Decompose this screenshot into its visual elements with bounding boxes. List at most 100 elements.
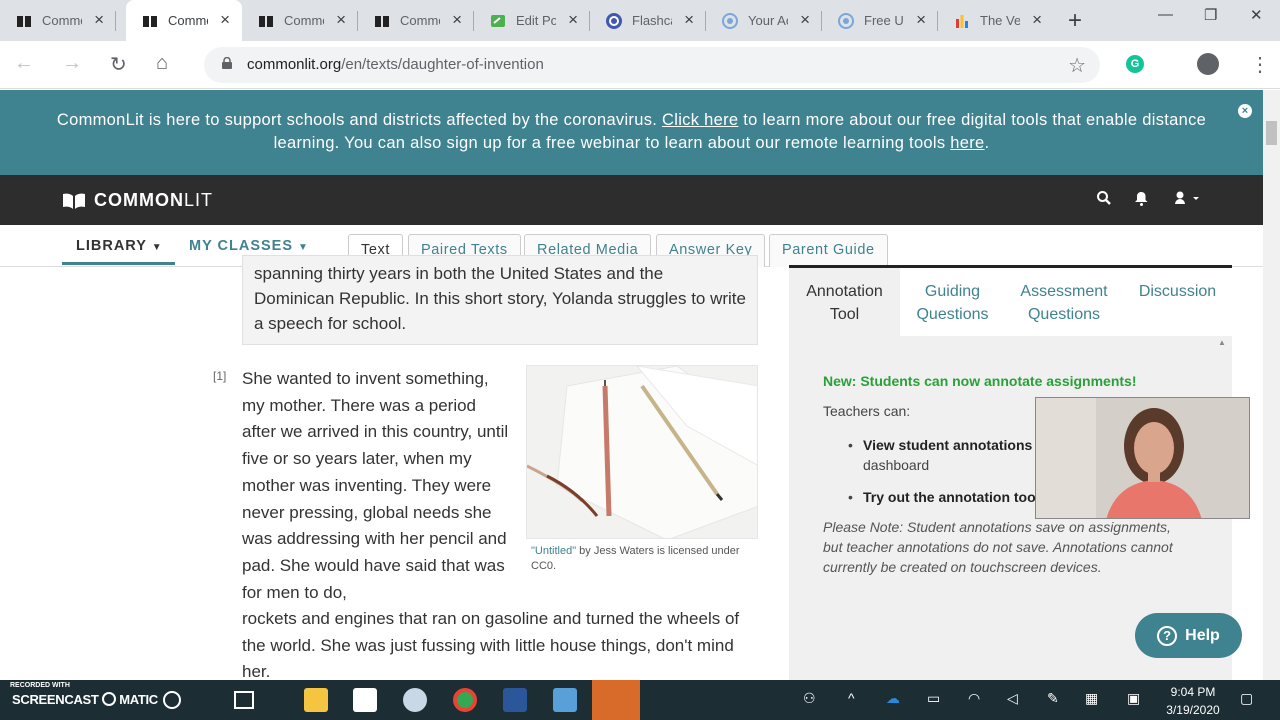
close-icon[interactable]: × <box>452 11 462 28</box>
browser-tab[interactable]: Free Users × <box>822 0 938 41</box>
browser-tab[interactable]: Your Account × <box>706 0 822 41</box>
task-view-icon[interactable] <box>234 691 254 709</box>
browser-tab[interactable]: CommonLit × <box>358 0 474 41</box>
paragraph-number: [1] <box>213 369 227 383</box>
chrome-icon[interactable] <box>453 688 477 712</box>
minimize-icon[interactable]: — <box>1158 6 1173 23</box>
profile-avatar-icon[interactable] <box>1197 53 1219 75</box>
circle-icon <box>722 12 738 29</box>
word-icon[interactable] <box>503 688 527 712</box>
browser-tab-strip: CommonLit × CommonLit × CommonLit × Comm… <box>0 0 1280 41</box>
book-icon <box>16 13 32 29</box>
more-menu-icon[interactable]: ⋮ <box>1250 52 1270 77</box>
image-caption: "Untitled" by Jess Waters is licensed un… <box>531 545 740 572</box>
store-icon[interactable] <box>353 688 377 712</box>
recorded-with-label: RECORDED WITH <box>10 682 70 689</box>
window-close-icon[interactable]: ✕ <box>1250 6 1263 24</box>
annotation-panel-tabs: Annotation Tool Guiding Questions Assessme… <box>789 268 1232 336</box>
close-icon[interactable]: × <box>94 11 104 28</box>
browser-tab[interactable]: Edit Post × <box>474 0 590 41</box>
grammarly-extension-icon[interactable]: G <box>1126 55 1144 73</box>
scroll-up-icon[interactable]: ▲ <box>1218 338 1226 347</box>
webcam-overlay <box>1035 397 1250 519</box>
people-icon[interactable]: ⚇ <box>803 690 816 707</box>
teachers-can-label: Teachers can: <box>823 403 911 419</box>
caret-down-icon: ▼ <box>298 242 309 253</box>
close-icon[interactable]: × <box>1032 11 1042 28</box>
bookmark-star-icon[interactable]: ☆ <box>1068 53 1086 78</box>
banner-here-link[interactable]: here <box>950 134 984 152</box>
banner-click-here-link[interactable]: Click here <box>662 111 738 129</box>
browser-tab[interactable]: The Velveteen × <box>938 0 1054 41</box>
quizlet-icon <box>606 12 622 29</box>
chart-icon <box>954 13 970 29</box>
close-icon[interactable]: × <box>684 11 694 28</box>
annotation-note: Please Note: Student annotations save on… <box>823 519 1173 575</box>
help-button[interactable]: ? Help <box>1135 613 1242 658</box>
remote-icon[interactable] <box>553 688 577 712</box>
tab-assessment-questions[interactable]: Assessment Questions <box>1005 268 1123 336</box>
book-icon <box>374 13 390 29</box>
onedrive-icon[interactable]: ☁ <box>886 690 900 707</box>
pen-icon[interactable]: ✎ <box>1047 690 1059 707</box>
library-menu[interactable]: LIBRARY ▼ <box>76 238 163 254</box>
book-icon <box>142 13 158 29</box>
reload-icon[interactable]: ↻ <box>110 52 127 77</box>
paragraph-text[interactable]: She wanted to invent something, my mothe… <box>242 366 510 606</box>
search-icon[interactable] <box>1097 191 1111 209</box>
bell-icon[interactable] <box>1135 191 1148 210</box>
site-header: COMMON LIT <box>0 175 1263 225</box>
cortana-icon[interactable] <box>163 691 181 709</box>
home-icon[interactable]: ⌂ <box>156 52 168 75</box>
volume-icon[interactable]: ◁ <box>1007 690 1018 707</box>
tab-parent-guide[interactable]: Parent Guide <box>769 234 888 267</box>
back-icon[interactable]: ← <box>14 52 34 75</box>
browser-tab[interactable]: CommonLit × <box>0 0 116 41</box>
tab-discussion[interactable]: Discussion <box>1123 268 1232 336</box>
text-introduction: spanning thirty years in both the United… <box>242 255 758 345</box>
browser-toolbar: ← → ↻ ⌂ commonlit.org/en/texts/daughter-… <box>0 41 1280 89</box>
coronavirus-banner: CommonLit is here to support schools and… <box>0 90 1263 175</box>
screencast-o-matic-watermark: SCREENCAST MATIC <box>12 692 158 707</box>
keyboard-icon[interactable]: ▦ <box>1085 690 1098 707</box>
wifi-icon[interactable]: ◠ <box>968 690 980 707</box>
url-text: commonlit.org/en/texts/daughter-of-inven… <box>247 56 544 73</box>
restore-icon[interactable]: ❐ <box>1204 6 1217 24</box>
address-bar[interactable]: commonlit.org/en/texts/daughter-of-inven… <box>204 47 1100 83</box>
circle-icon <box>838 12 854 29</box>
new-feature-notice: New: Students can now annotate assignmen… <box>823 373 1137 389</box>
close-icon[interactable]: × <box>568 11 578 28</box>
browser-tab[interactable]: Flashcards × <box>590 0 706 41</box>
page-scrollbar[interactable] <box>1263 90 1280 680</box>
close-icon[interactable]: × <box>336 11 346 28</box>
paint-icon[interactable] <box>403 688 427 712</box>
tab-annotation-tool[interactable]: Annotation Tool <box>789 268 900 336</box>
forward-icon[interactable]: → <box>62 52 82 75</box>
image-source-link[interactable]: "Untitled" <box>531 545 576 557</box>
browser-tab[interactable]: CommonLit × <box>242 0 358 41</box>
snipping-tool-icon[interactable] <box>592 680 640 720</box>
question-icon: ? <box>1157 625 1178 646</box>
banner-close-icon[interactable]: × <box>1238 104 1252 118</box>
tab-guiding-questions[interactable]: Guiding Questions <box>900 268 1005 336</box>
book-icon <box>258 13 274 29</box>
open-book-icon <box>63 193 85 209</box>
browser-tab-active[interactable]: CommonLit × <box>126 0 242 41</box>
tray-chevron-icon[interactable]: ^ <box>848 690 855 706</box>
close-icon[interactable]: × <box>800 11 810 28</box>
my-classes-menu[interactable]: MY CLASSES ▼ <box>189 238 309 254</box>
close-icon[interactable]: × <box>220 11 230 28</box>
active-nav-underline <box>62 262 175 265</box>
new-tab-icon[interactable]: + <box>1068 7 1082 35</box>
edit-icon <box>490 13 506 29</box>
file-explorer-icon[interactable] <box>304 688 328 712</box>
battery-icon[interactable]: ▭ <box>927 690 940 707</box>
user-menu-icon[interactable] <box>1175 191 1203 209</box>
desktop-icon[interactable]: ▣ <box>1127 690 1140 707</box>
commonlit-logo[interactable]: COMMON LIT <box>62 190 213 211</box>
notification-icon[interactable]: ▢ <box>1240 690 1253 707</box>
close-icon[interactable]: × <box>916 11 926 28</box>
page-scrollbar-thumb[interactable] <box>1266 121 1277 145</box>
paragraph-text-continued[interactable]: rockets and engines that ran on gasoline… <box>242 606 762 686</box>
system-clock[interactable]: 9:04 PM 3/19/2020 <box>1160 683 1226 719</box>
